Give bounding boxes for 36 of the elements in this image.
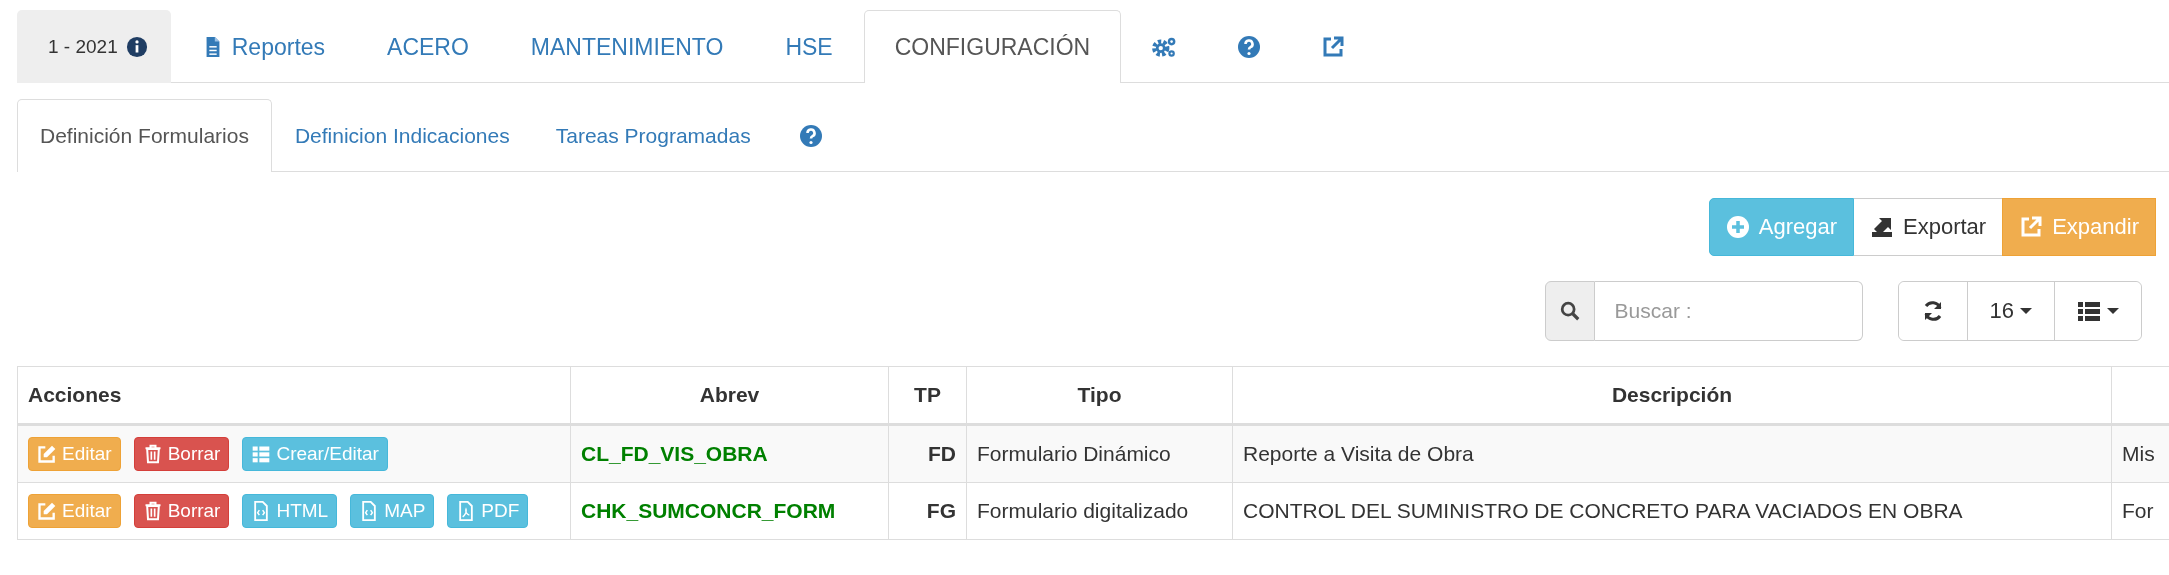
- table-cell: FG: [888, 482, 967, 540]
- table-cell: CONTROL DEL SUMINISTRO DE CONCRETO PARA VACIADOS EN OBRA: [1232, 482, 2112, 540]
- tab[interactable]: HSE: [754, 10, 864, 83]
- tab[interactable]: Definicion Indicaciones: [271, 99, 533, 172]
- external-link-icon: [2019, 215, 2044, 239]
- tab[interactable]: Reportes: [170, 10, 357, 83]
- plus-circle-icon: [1725, 215, 1750, 239]
- search-icon: [1558, 300, 1581, 322]
- tab[interactable]: ACERO: [356, 10, 500, 83]
- edit-icon: [37, 501, 57, 521]
- export-icon: [1870, 215, 1894, 239]
- list-icon: [2077, 299, 2101, 323]
- delete-button[interactable]: Borrar: [133, 494, 230, 528]
- caret-icon: [2020, 308, 2032, 314]
- external-link-icon: [1321, 35, 1346, 59]
- tab[interactable]: Definición Formularios: [17, 99, 272, 172]
- table-cell: CHK_SUMCONCR_FORM: [570, 482, 889, 540]
- delete-button[interactable]: Borrar: [133, 437, 230, 471]
- help-icon: [1237, 35, 1262, 59]
- edit-icon: [37, 444, 57, 464]
- table-cell: FD: [888, 424, 967, 483]
- caret-icon: [2107, 308, 2119, 314]
- table-cell: Formulario digitalizado: [966, 482, 1233, 540]
- table-cell: Reporte a Visita de Obra: [1232, 424, 2112, 483]
- tab[interactable]: MANTENIMIENTO: [499, 10, 755, 83]
- info-icon: [125, 36, 148, 58]
- table-cell: Formulario Dinámico: [966, 424, 1233, 483]
- export-button[interactable]: Exportar: [1854, 198, 2003, 256]
- table-icon: [251, 444, 272, 464]
- search-field[interactable]: Buscar :: [1594, 281, 1863, 341]
- tab[interactable]: 1 - 2021: [17, 10, 171, 83]
- table-cell: CL_FD_VIS_OBRA: [570, 424, 889, 483]
- columns-dropdown[interactable]: [2054, 282, 2141, 340]
- tab[interactable]: CONFIGURACIÓN: [863, 10, 1122, 83]
- tab[interactable]: Tareas Programadas: [532, 99, 774, 172]
- help-icon: [798, 124, 823, 148]
